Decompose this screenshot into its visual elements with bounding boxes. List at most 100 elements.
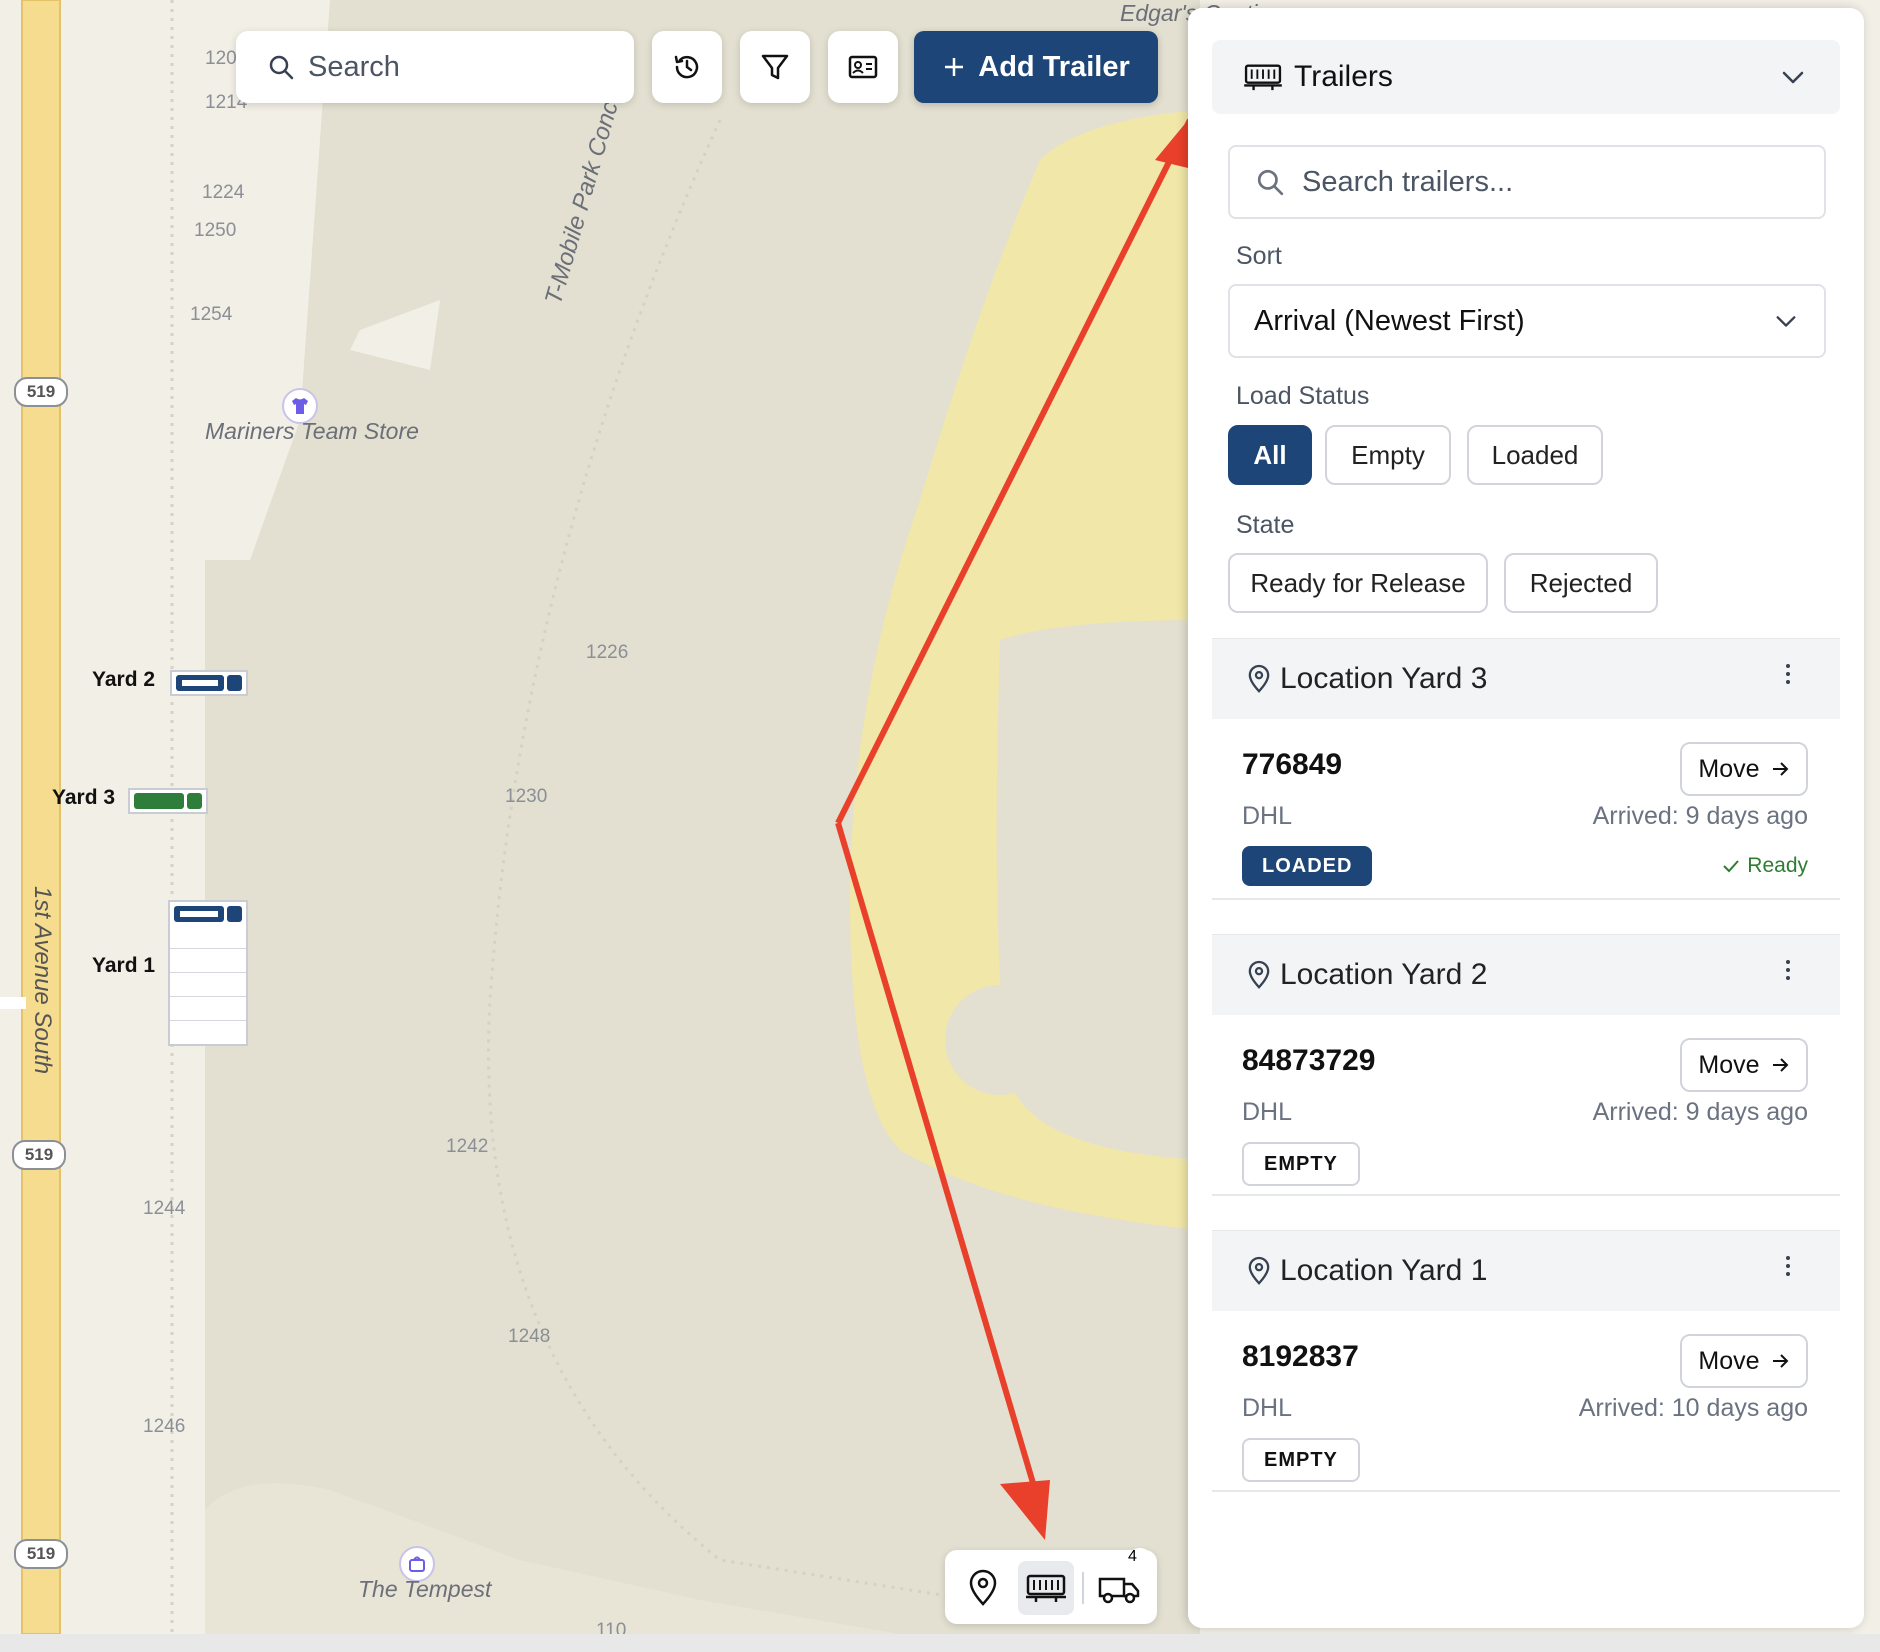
map-search-placeholder: Search xyxy=(308,50,400,83)
yard-1-marker[interactable] xyxy=(168,900,248,1046)
trailer-carrier: DHL xyxy=(1242,802,1293,830)
ready-label: Ready xyxy=(1747,854,1808,877)
move-button-label: Move xyxy=(1698,1050,1760,1079)
state-label: State xyxy=(1236,511,1295,539)
trailer-arrived: Arrived: 9 days ago xyxy=(1592,1098,1808,1126)
more-options-icon[interactable] xyxy=(1784,659,1792,694)
plus-icon xyxy=(942,55,966,79)
history-icon xyxy=(671,51,703,83)
trailer-search-input[interactable]: Search trailers... xyxy=(1228,145,1826,219)
map-search-box[interactable]: Search xyxy=(236,31,634,103)
load-status-loaded-chip[interactable]: Loaded xyxy=(1467,425,1603,485)
dock-divider xyxy=(1082,1572,1084,1604)
yard-2-marker[interactable] xyxy=(170,670,248,696)
trailer-card[interactable]: 8192837 Move DHL Arrived: 10 days ago EM… xyxy=(1212,1312,1840,1492)
load-status-badge: EMPTY xyxy=(1242,1438,1360,1482)
trailers-panel-header[interactable]: Trailers xyxy=(1212,40,1840,114)
street-label-1st-ave: 1st Avenue South xyxy=(29,886,56,1075)
add-trailer-button[interactable]: Add Trailer xyxy=(914,31,1158,103)
location-group-header[interactable]: Location Yard 3 xyxy=(1212,638,1840,719)
yard-label: Yard 1 xyxy=(92,954,156,977)
chevron-down-icon[interactable] xyxy=(1780,64,1806,90)
truck-icon xyxy=(1097,1571,1141,1605)
address-label: 1242 xyxy=(446,1136,489,1157)
chevron-down-icon xyxy=(1774,309,1798,333)
sort-label: Sort xyxy=(1236,242,1282,270)
yard-label: Yard 2 xyxy=(92,668,156,691)
address-label: 1230 xyxy=(505,786,548,807)
yard-3-marker[interactable] xyxy=(128,788,208,814)
view-switcher-dock xyxy=(945,1550,1157,1624)
address-label: 110 xyxy=(596,1620,627,1634)
location-group-header[interactable]: Location Yard 1 xyxy=(1212,1230,1840,1311)
panel-title: Trailers xyxy=(1294,60,1393,93)
more-options-icon[interactable] xyxy=(1784,1251,1792,1286)
trailer-id: 776849 xyxy=(1242,748,1343,781)
location-group-header[interactable]: Location Yard 2 xyxy=(1212,934,1840,1015)
address-label: 1248 xyxy=(508,1326,551,1347)
arrow-right-icon xyxy=(1770,759,1790,779)
address-label: 120 xyxy=(205,48,237,69)
load-status-all-chip[interactable]: All xyxy=(1228,425,1312,485)
poi-label-store: Mariners Team Store xyxy=(205,418,419,444)
ready-indicator: Ready xyxy=(1721,854,1808,878)
move-button[interactable]: Move xyxy=(1680,742,1808,796)
load-status-empty-chip[interactable]: Empty xyxy=(1325,425,1451,485)
move-button-label: Move xyxy=(1698,1346,1760,1375)
trailer-card[interactable]: 84873729 Move DHL Arrived: 9 days ago EM… xyxy=(1212,1016,1840,1196)
locations-view-button[interactable] xyxy=(955,1561,1011,1615)
trailer-arrived: Arrived: 9 days ago xyxy=(1592,802,1808,830)
load-status-label: Load Status xyxy=(1236,382,1370,410)
arrow-right-icon xyxy=(1770,1351,1790,1371)
address-label: 1254 xyxy=(190,304,233,325)
state-rejected-chip[interactable]: Rejected xyxy=(1504,553,1658,613)
truck-count-badge: 4 xyxy=(1128,1548,1152,1572)
address-label: 1244 xyxy=(143,1198,186,1219)
trailers-panel: Trailers Search trailers... Sort Arrival… xyxy=(1188,8,1864,1628)
trailer-id: 8192837 xyxy=(1242,1340,1359,1373)
filter-button[interactable] xyxy=(740,31,810,103)
more-options-icon[interactable] xyxy=(1784,955,1792,990)
search-icon xyxy=(1256,168,1284,196)
id-card-button[interactable] xyxy=(828,31,898,103)
trailer-icon xyxy=(1024,1571,1068,1605)
add-trailer-label: Add Trailer xyxy=(978,50,1130,83)
id-card-icon xyxy=(847,51,879,83)
trailers-view-button[interactable] xyxy=(1018,1561,1074,1615)
map-pin-icon xyxy=(1246,664,1272,694)
check-icon xyxy=(1721,856,1741,876)
address-label: 1226 xyxy=(586,642,629,663)
trailer-card[interactable]: 776849 Move DHL Arrived: 9 days ago LOAD… xyxy=(1212,720,1840,900)
load-status-badge: LOADED xyxy=(1242,846,1373,886)
yard-label: Yard 3 xyxy=(52,786,116,809)
route-shield: 519 xyxy=(14,1539,68,1569)
location-group-title: Location Yard 2 xyxy=(1280,958,1488,991)
sort-select[interactable]: Arrival (Newest First) xyxy=(1228,284,1826,358)
sort-select-value: Arrival (Newest First) xyxy=(1254,304,1525,337)
load-status-badge: EMPTY xyxy=(1242,1142,1360,1186)
address-label: 1250 xyxy=(194,220,237,241)
move-button-label: Move xyxy=(1698,754,1760,783)
trailer-carrier: DHL xyxy=(1242,1098,1293,1126)
trailer-id: 84873729 xyxy=(1242,1044,1376,1077)
map-pin-icon xyxy=(966,1569,1000,1607)
trailer-icon xyxy=(1242,61,1284,93)
map-pin-icon xyxy=(1246,1256,1272,1286)
history-button[interactable] xyxy=(652,31,722,103)
map-pin-icon xyxy=(1246,960,1272,990)
trailer-arrived: Arrived: 10 days ago xyxy=(1578,1394,1808,1422)
poi-label-tempest: The Tempest xyxy=(358,1576,492,1602)
state-ready-chip[interactable]: Ready for Release xyxy=(1228,553,1488,613)
route-shield: 519 xyxy=(14,377,68,407)
trailer-search-placeholder: Search trailers... xyxy=(1302,165,1514,198)
filter-icon xyxy=(759,51,791,83)
location-group-title: Location Yard 1 xyxy=(1280,1254,1488,1287)
bottom-strip xyxy=(0,1634,1880,1652)
trailer-carrier: DHL xyxy=(1242,1394,1293,1422)
route-shield: 519 xyxy=(12,1140,66,1170)
address-label: 1246 xyxy=(143,1416,186,1437)
arrow-right-icon xyxy=(1770,1055,1790,1075)
move-button[interactable]: Move xyxy=(1680,1334,1808,1388)
search-icon xyxy=(268,54,294,80)
move-button[interactable]: Move xyxy=(1680,1038,1808,1092)
